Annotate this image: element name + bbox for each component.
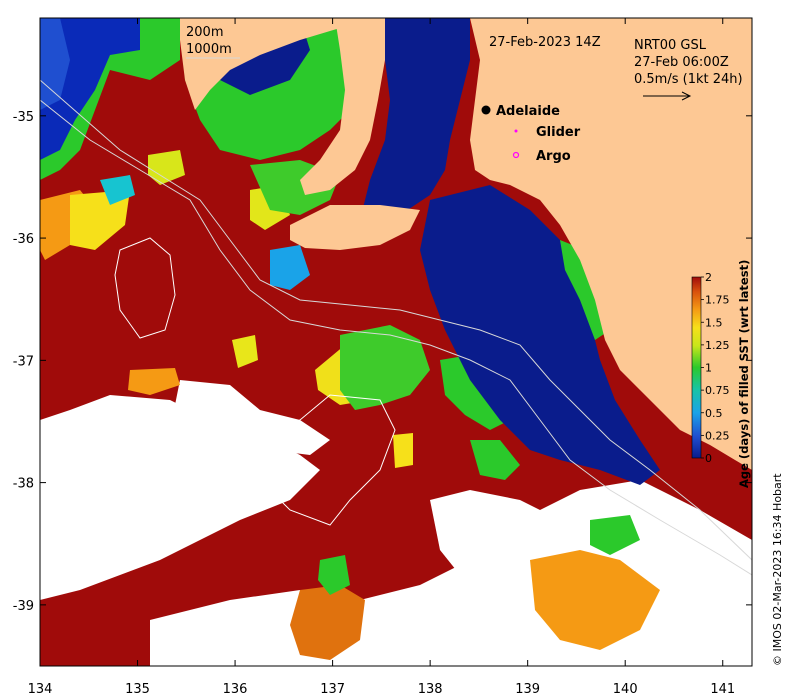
x-tick-label: 135 <box>125 682 150 697</box>
x-tick-label: 134 <box>28 682 53 697</box>
colorbar-tick-label: 1.25 <box>705 339 730 352</box>
x-tick-label: 140 <box>613 682 638 697</box>
x-tick-label: 136 <box>223 682 248 697</box>
current-scale-label: 0.5m/s (1kt 24h) <box>634 72 743 87</box>
adelaide-label: Adelaide <box>496 104 560 119</box>
map-plot-area <box>40 18 752 666</box>
y-tick-label: -37 <box>13 354 34 369</box>
x-tick-label: 139 <box>515 682 540 697</box>
y-tick-label: -35 <box>13 110 34 125</box>
y-tick-label: -39 <box>13 599 34 614</box>
current-time-label: 27-Feb 06:00Z <box>634 55 729 70</box>
current-product-label: NRT00 GSL <box>634 38 707 53</box>
colorbar-tick-label: 1 <box>705 362 712 375</box>
map-figure: 134 135 136 137 138 139 140 141 -35 -36 -37 -38 -39… <box>13 17 784 697</box>
colorbar-tick-label: 0.75 <box>705 384 730 397</box>
colorbar-title: Age (days) of filled SST (wrt latest) <box>737 260 751 488</box>
x-tick-label: 141 <box>710 682 735 697</box>
colorbar-gradient <box>691 276 702 459</box>
date-label: 27-Feb-2023 14Z <box>489 35 601 50</box>
colorbar-tick-label: 1.5 <box>705 316 723 329</box>
sst-patch-yellow-6 <box>393 433 413 468</box>
y-tick-label: -36 <box>13 232 34 247</box>
colorbar-tick-label: 2 <box>705 271 712 284</box>
adelaide-marker <box>481 105 491 115</box>
credit-label: © IMOS 02-Mar-2023 16:34 Hobart <box>771 473 784 666</box>
colorbar-tick-label: 0.5 <box>705 407 723 420</box>
x-tick-label: 138 <box>418 682 443 697</box>
isobath-label-200m: 200m <box>186 25 223 40</box>
isobath-label-1000m: 1000m <box>186 42 232 57</box>
glider-label: Glider <box>536 125 581 140</box>
colorbar-tick-label: 0.25 <box>705 429 730 442</box>
argo-label: Argo <box>536 149 571 164</box>
colorbar-tick-label: 0 <box>705 452 712 465</box>
x-tick-label: 137 <box>320 682 345 697</box>
y-tick-label: -38 <box>13 477 34 492</box>
glider-marker <box>514 129 518 133</box>
colorbar-tick-label: 1.75 <box>705 294 730 307</box>
